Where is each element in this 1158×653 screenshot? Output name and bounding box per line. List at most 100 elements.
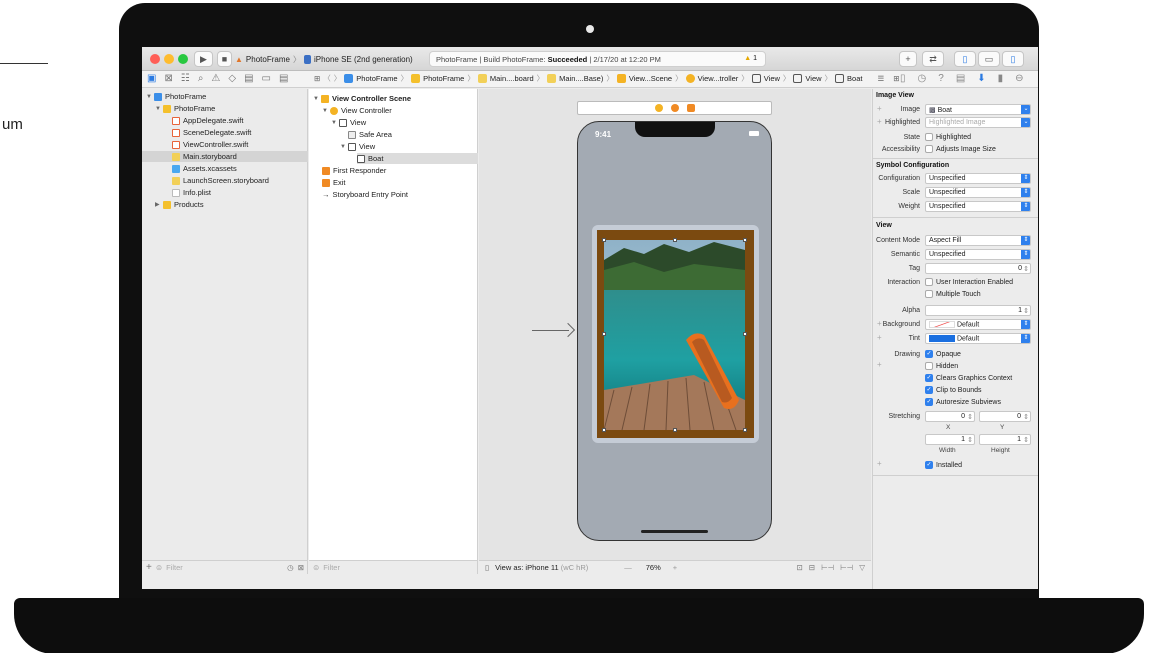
checkbox-box[interactable]: [925, 133, 933, 141]
variation-plus-icon[interactable]: +: [877, 459, 882, 468]
stepper-icon[interactable]: ⇕: [1023, 265, 1029, 273]
attributes-inspector-icon[interactable]: ⬇: [977, 73, 985, 84]
jump-bar-item[interactable]: PhotoFrame: [356, 74, 397, 83]
add-editor-icon[interactable]: ⊞: [893, 74, 899, 83]
find-navigator-icon[interactable]: ⌕: [198, 73, 204, 84]
updown-chevron-icon[interactable]: ⇕: [1021, 334, 1030, 343]
jump-bar-item[interactable]: Main....Base): [559, 74, 603, 83]
variation-plus-icon[interactable]: +: [877, 360, 882, 369]
minimize-window-button[interactable]: [164, 54, 174, 64]
opaque-checkbox[interactable]: ✓ Opaque: [925, 350, 961, 358]
outline-row[interactable]: ▼ View: [331, 117, 366, 128]
zoom-window-button[interactable]: [178, 54, 188, 64]
forward-icon[interactable]: 〉: [334, 73, 342, 84]
content-mode-popup[interactable]: Aspect Fill ⇕: [925, 235, 1031, 246]
updown-chevron-icon[interactable]: ⇕: [1021, 174, 1030, 183]
align-icon[interactable]: ⊢⊣: [821, 563, 834, 572]
resize-handle[interactable]: [602, 428, 606, 432]
disclosure-open-icon[interactable]: ▼: [155, 106, 163, 112]
toggle-inspector-button[interactable]: ▯: [1002, 51, 1024, 67]
checkbox-box[interactable]: [925, 290, 933, 298]
size-inspector-icon[interactable]: ▮: [998, 73, 1004, 84]
toggle-navigator-button[interactable]: ▯: [954, 51, 976, 67]
outline-row-selected[interactable]: Boat: [357, 153, 478, 164]
clears-graphics-checkbox[interactable]: ✓ Clears Graphics Context: [925, 374, 1012, 382]
wood-frame-view[interactable]: [597, 230, 754, 438]
autoresize-subviews-checkbox[interactable]: ✓ Autoresize Subviews: [925, 398, 1001, 406]
zoom-in-button[interactable]: +: [673, 563, 677, 572]
storyboard-canvas[interactable]: 9:41 ▯ View as: iPhone 11 (wC hR) — 76% …: [479, 89, 871, 574]
installed-checkbox[interactable]: ✓ Installed: [925, 461, 962, 469]
zoom-out-button[interactable]: —: [624, 563, 632, 572]
scm-filter-icon[interactable]: ⊠: [298, 563, 304, 572]
checkbox-checked[interactable]: ✓: [925, 386, 933, 394]
iphone-scene[interactable]: 9:41: [577, 121, 772, 541]
identity-inspector-icon[interactable]: ▤: [956, 73, 965, 84]
close-window-button[interactable]: [150, 54, 160, 64]
outline-row[interactable]: Safe Area: [348, 129, 392, 140]
semantic-popup[interactable]: Unspecified ⇕: [925, 249, 1031, 260]
jump-bar-item[interactable]: View...Scene: [629, 74, 672, 83]
debug-navigator-icon[interactable]: ▤: [244, 73, 253, 84]
checkbox-checked[interactable]: ✓: [925, 374, 933, 382]
updown-chevron-icon[interactable]: ⇕: [1021, 188, 1030, 197]
stretch-width-field[interactable]: 1 ⇕: [925, 434, 975, 445]
boat-image-view[interactable]: [604, 240, 745, 430]
stepper-icon[interactable]: ⇕: [1023, 413, 1029, 421]
weight-popup[interactable]: Unspecified ⇕: [925, 201, 1031, 212]
scheme-device[interactable]: iPhone SE (2nd generation): [314, 55, 413, 64]
warning-badge[interactable]: ▲ 1: [744, 55, 757, 62]
toggle-debug-button[interactable]: ▭: [978, 51, 1000, 67]
file-inspector-icon[interactable]: ▯: [900, 73, 906, 84]
related-items-icon[interactable]: ⊞: [314, 74, 320, 83]
tint-color-popup[interactable]: Default ⇕: [925, 333, 1031, 344]
outline-row[interactable]: ▼ View Controller Scene: [313, 93, 411, 104]
disclosure-open-icon[interactable]: ▼: [313, 96, 321, 102]
stepper-icon[interactable]: ⇕: [967, 436, 973, 444]
highlighted-checkbox[interactable]: Highlighted: [925, 133, 971, 141]
updown-chevron-icon[interactable]: ⇕: [1021, 202, 1030, 211]
project-navigator-icon[interactable]: ▣: [147, 73, 156, 84]
resize-handle[interactable]: [673, 428, 677, 432]
navigator-row[interactable]: SceneDelegate.swift: [142, 127, 308, 138]
updown-chevron-icon[interactable]: ⇕: [1021, 250, 1030, 259]
multiple-touch-checkbox[interactable]: Multiple Touch: [925, 290, 981, 298]
chevron-down-icon[interactable]: ⌄: [1021, 105, 1030, 114]
frame-view[interactable]: [592, 225, 759, 443]
outline-filter-input[interactable]: Filter: [323, 563, 340, 572]
jump-bar-item[interactable]: Main....board: [490, 74, 534, 83]
navigator-filter-input[interactable]: Filter: [166, 563, 183, 572]
resize-handle[interactable]: [673, 238, 677, 242]
checkbox-checked[interactable]: ✓: [925, 398, 933, 406]
resize-handle[interactable]: [743, 332, 747, 336]
first-responder-icon[interactable]: [670, 104, 679, 112]
checkbox-checked[interactable]: ✓: [925, 350, 933, 358]
resize-handle[interactable]: [602, 332, 606, 336]
variation-plus-icon[interactable]: +: [877, 333, 882, 342]
scheme-selector[interactable]: ▲ PhotoFrame 〉 iPhone SE (2nd generation…: [235, 51, 413, 67]
zoom-level[interactable]: 76%: [646, 563, 661, 572]
resize-handle[interactable]: [743, 238, 747, 242]
add-constraints-icon[interactable]: ⊢⊣: [840, 563, 853, 572]
navigator-row[interactable]: ▶ Products: [142, 199, 308, 210]
disclosure-closed-icon[interactable]: ▶: [155, 201, 163, 208]
history-inspector-icon[interactable]: ◷: [918, 73, 927, 84]
view-as-device[interactable]: View as: iPhone 11 (wC hR): [495, 563, 588, 572]
stretch-y-field[interactable]: 0 ⇕: [979, 411, 1031, 422]
breakpoint-navigator-icon[interactable]: ▭: [262, 73, 271, 84]
checkbox-box[interactable]: [925, 145, 933, 153]
outline-row[interactable]: First Responder: [322, 165, 386, 176]
chevron-down-icon[interactable]: ⌄: [1021, 118, 1030, 127]
variation-plus-icon[interactable]: +: [877, 319, 882, 328]
add-file-icon[interactable]: +: [146, 562, 152, 573]
stop-button[interactable]: ■: [217, 51, 232, 67]
navigator-row[interactable]: AppDelegate.swift: [142, 115, 308, 126]
navigator-row[interactable]: ▼ PhotoFrame: [142, 91, 308, 102]
adjusts-image-size-checkbox[interactable]: Adjusts Image Size: [925, 145, 996, 153]
navigator-row[interactable]: ViewController.swift: [142, 139, 308, 150]
jump-bar-item[interactable]: View: [805, 74, 821, 83]
help-inspector-icon[interactable]: ?: [938, 73, 944, 84]
background-color-popup[interactable]: Default ⇕: [925, 319, 1031, 330]
resize-handle[interactable]: [743, 428, 747, 432]
navigator-row[interactable]: ▼ PhotoFrame: [142, 103, 308, 114]
